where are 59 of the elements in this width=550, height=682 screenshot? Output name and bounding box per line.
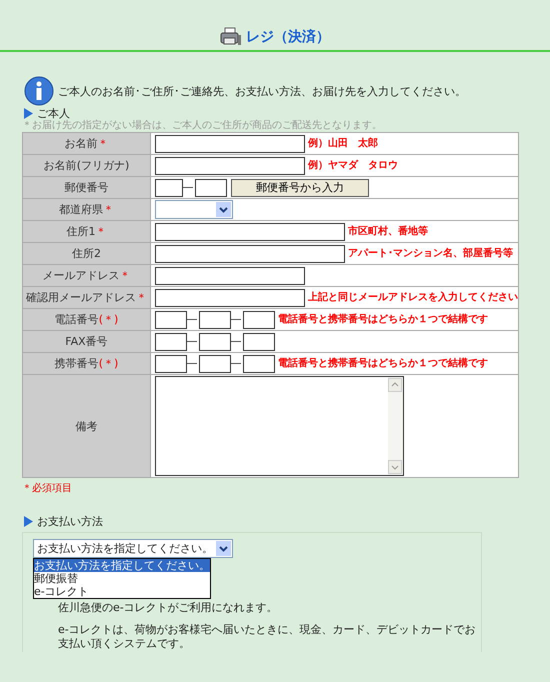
phone-field[interactable]	[199, 354, 231, 372]
page-title: レジ（決済）	[246, 28, 330, 46]
dropdown-option[interactable]: お支払い方法を指定してください。	[34, 559, 210, 572]
field-label: 住所1＊	[22, 220, 150, 242]
postal-field[interactable]	[155, 178, 183, 196]
field-label: 備考	[22, 374, 150, 478]
phone-field[interactable]	[199, 310, 231, 328]
payment-description: 佐川急便のe-コレクトがご利用になれます。	[58, 601, 279, 615]
hint-text: 例）山田 太郎	[308, 138, 378, 149]
payment-description: e-コレクトは、荷物がお客様宅へ届いたときに、現金、カード、デビットカードでお支払い頂くシステムです。	[58, 623, 477, 651]
field-label: 都道府県＊	[22, 198, 150, 220]
payment-select[interactable]: お支払い方法を指定してください。	[33, 539, 233, 558]
text-field[interactable]	[155, 222, 345, 240]
section-heading: ご本人	[37, 107, 70, 120]
field-label: 住所2	[22, 242, 150, 264]
phone-field[interactable]	[243, 310, 275, 328]
remarks-field[interactable]	[155, 376, 404, 476]
phone-field[interactable]	[243, 354, 275, 372]
dropdown-option[interactable]: e-コレクト	[34, 585, 210, 598]
phone-field[interactable]	[199, 332, 231, 350]
info-icon	[24, 76, 54, 106]
field-label: 携帯番号(＊)	[22, 352, 150, 374]
field-label: お名前＊	[22, 132, 150, 154]
scroll-up-icon	[388, 378, 402, 392]
text-field[interactable]	[155, 134, 305, 152]
text-field[interactable]	[155, 244, 345, 262]
text-field[interactable]	[155, 288, 305, 306]
postal-lookup-button[interactable]: 郵便番号から入力	[231, 178, 369, 196]
hint-text: 例）ヤマダ タロウ	[308, 160, 398, 171]
field-label: お名前(フリガナ)	[22, 154, 150, 176]
required-note: ＊必須項目	[22, 482, 73, 495]
note-text: ＊お届け先の指定がない場合は、ご本人のご住所が商品のご配送先となります。	[22, 120, 383, 132]
triangle-icon	[24, 108, 33, 119]
dropdown-option[interactable]: 郵便振替	[34, 572, 210, 585]
field-label: 電話番号(＊)	[22, 308, 150, 330]
chevron-down-icon	[219, 546, 228, 552]
scrollbar[interactable]	[388, 377, 403, 475]
section-heading: お支払い方法	[37, 515, 103, 528]
phone-field[interactable]	[155, 332, 187, 350]
intro-text: ご本人のお名前･ご住所･ご連絡先、お支払い方法、お届け先を入力してください。	[58, 84, 466, 98]
hint-text: 電話番号と携帯番号はどちらか１つで結構です	[278, 314, 488, 325]
field-label: FAX番号	[22, 330, 150, 352]
chevron-down-icon	[219, 206, 228, 212]
field-label: 郵便番号	[22, 176, 150, 198]
phone-field[interactable]	[155, 354, 187, 372]
field-label: メールアドレス＊	[22, 264, 150, 286]
phone-field[interactable]	[155, 310, 187, 328]
hint-text: アパート･マンション名、部屋番号等	[348, 248, 513, 259]
scroll-down-icon	[388, 460, 402, 474]
text-field[interactable]	[155, 266, 305, 284]
printer-icon	[220, 27, 242, 47]
triangle-icon	[24, 516, 33, 527]
field-label: 確認用メールアドレス＊	[22, 286, 150, 308]
hint-text: 電話番号と携帯番号はどちらか１つで結構です	[278, 358, 488, 369]
hint-text: 市区町村、番地等	[348, 226, 428, 237]
postal-field[interactable]	[195, 178, 227, 196]
text-field[interactable]	[155, 156, 305, 174]
phone-field[interactable]	[243, 332, 275, 350]
hint-text: 上記と同じメールアドレスを入力してください	[308, 292, 518, 303]
